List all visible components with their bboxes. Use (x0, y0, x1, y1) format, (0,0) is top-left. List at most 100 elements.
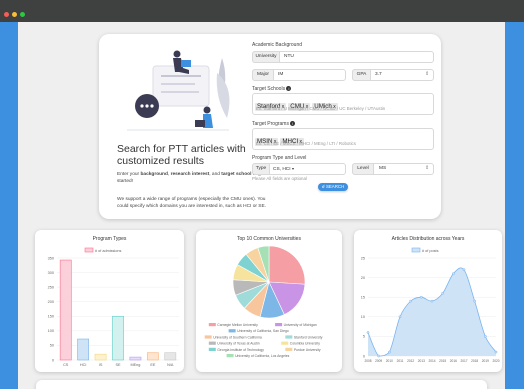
y-tick-label: 0 (363, 354, 365, 358)
legend-swatch (208, 341, 216, 345)
university-value: NTU (284, 54, 294, 59)
legend-label: # of admissions (95, 249, 121, 253)
person-head-2 (203, 106, 211, 114)
x-tick-label: 2013 (418, 359, 425, 363)
y-tick-label: 15 (361, 296, 365, 300)
level-stepper-icon[interactable]: ⇕ (425, 165, 429, 171)
university-input[interactable]: University NTU (252, 51, 434, 63)
y-tick-label: 150 (48, 315, 54, 319)
major-value: IM (278, 72, 284, 77)
bar (112, 315, 124, 361)
hero-title: Search for PTT articles with customized … (117, 143, 246, 167)
y-tick-label: 300 (48, 271, 54, 275)
x-tick-label: 2010 (386, 359, 393, 363)
program-level-select[interactable]: Level MS ⇕ (352, 163, 434, 175)
legend-label: University of California, Los Angeles (235, 354, 290, 358)
desc-text: , and (209, 172, 222, 177)
data-point (387, 350, 391, 354)
y-tick-label: 250 (48, 285, 54, 289)
y-tick-label: 350 (48, 256, 54, 260)
program-types-chart: # of admissions 0 50 100 150 200 250 300 350 CS HC… (48, 247, 179, 367)
data-point (377, 354, 381, 358)
gpa-value: 3.7 (375, 72, 382, 77)
bar (146, 352, 159, 361)
x-tick-label: 2012 (407, 359, 414, 363)
browser-titlebar (0, 0, 524, 22)
data-point (451, 272, 455, 276)
results-card (36, 380, 487, 389)
data-point (409, 299, 413, 303)
y-tick-label: 20 (361, 276, 365, 280)
maximize-window-dot[interactable] (20, 12, 25, 17)
desc-bold: target school (221, 172, 252, 177)
bar (59, 259, 72, 361)
type-value-text: CS, HCI (273, 167, 291, 172)
level-value: MS (379, 166, 387, 171)
level-addon: Level (352, 163, 374, 175)
legend-label: Georgia Institute of Technology (217, 348, 264, 352)
legend-swatch (204, 335, 212, 339)
data-point (366, 331, 370, 334)
program-type-select[interactable]: Type CS, HCI ▾ (252, 163, 346, 175)
bar (164, 352, 177, 361)
x-tick-label: IS (99, 363, 103, 367)
data-point (441, 291, 445, 295)
search-card: Search for PTT articles with customized … (99, 34, 441, 219)
y-tick-label: 100 (48, 329, 54, 333)
x-tick-label: 2011 (397, 359, 404, 363)
target-schools-label: Target Schools i (252, 86, 292, 92)
gpa-stepper-icon[interactable]: ⇕ (425, 71, 429, 77)
legend-swatch (281, 341, 289, 345)
x-tick-label: 2017 (460, 359, 467, 363)
legend-swatch (285, 347, 293, 351)
type-value: CS, HCI ▾ (273, 166, 294, 172)
legend-label: University of Michigan (284, 323, 317, 327)
laptop-icon (181, 60, 191, 67)
legend-swatch (208, 323, 216, 327)
academic-background-label: Academic Background (252, 42, 303, 48)
legend-swatch (285, 335, 293, 339)
legend-swatch (275, 323, 283, 327)
bubble-dot (140, 104, 144, 108)
legend-swatch (226, 354, 234, 358)
chevron-down-icon[interactable]: ▾ (292, 166, 294, 171)
major-input[interactable]: Major IM (252, 69, 346, 81)
legend-label: Stanford University (294, 335, 323, 339)
info-icon[interactable]: i (286, 86, 292, 91)
x-tick-label: SE (115, 363, 121, 367)
data-point (419, 295, 423, 299)
bar (77, 338, 90, 361)
search-button-label: SEARCH (325, 184, 345, 189)
y-tick-label: 5 (363, 335, 365, 339)
minimize-window-dot[interactable] (12, 12, 17, 17)
target-programs-text: Target Programs (252, 121, 289, 127)
legend-swatch (411, 247, 421, 253)
legend-label: University of Texas at Austin (217, 342, 259, 346)
target-programs-input[interactable]: MSIN x MHCI x Ex: CS / EE / MSCS / MHCI /… (252, 128, 434, 150)
desc-bold: research interest (170, 172, 210, 177)
x-tick-label: N/A (167, 363, 174, 367)
x-tick-label: MEng (130, 363, 140, 367)
university-addon: University (252, 51, 280, 63)
legend-label: Purdue University (294, 348, 321, 352)
close-window-dot[interactable] (4, 12, 9, 17)
bar (94, 353, 107, 361)
info-icon[interactable]: i (290, 121, 296, 126)
gpa-addon: GPA (352, 69, 371, 81)
pie-slice (268, 245, 306, 285)
bar (129, 356, 142, 361)
hero-description-2: We support a wide range of programs (esp… (117, 197, 267, 209)
optional-note: Please All fields are optional (252, 176, 307, 181)
x-tick-label: HCI (80, 363, 87, 367)
target-schools-input[interactable]: Stanford x CMU x UMich x Ex: Stanford / U … (252, 93, 434, 115)
bubble-dot (150, 104, 154, 108)
programs-placeholder: Ex: CS / EE / MSCS / MHCI / MEng / LTI /… (256, 141, 356, 146)
gpa-input[interactable]: GPA 3.7 ⇕ (352, 69, 434, 81)
data-point (430, 299, 434, 303)
y-tick-label: 25 (361, 256, 365, 260)
window-controls (4, 4, 28, 17)
bubble-dot (145, 104, 149, 108)
legend-swatch (228, 329, 236, 333)
desc-bold: background (140, 172, 168, 177)
search-button[interactable]: ☌ SEARCH (318, 183, 348, 191)
